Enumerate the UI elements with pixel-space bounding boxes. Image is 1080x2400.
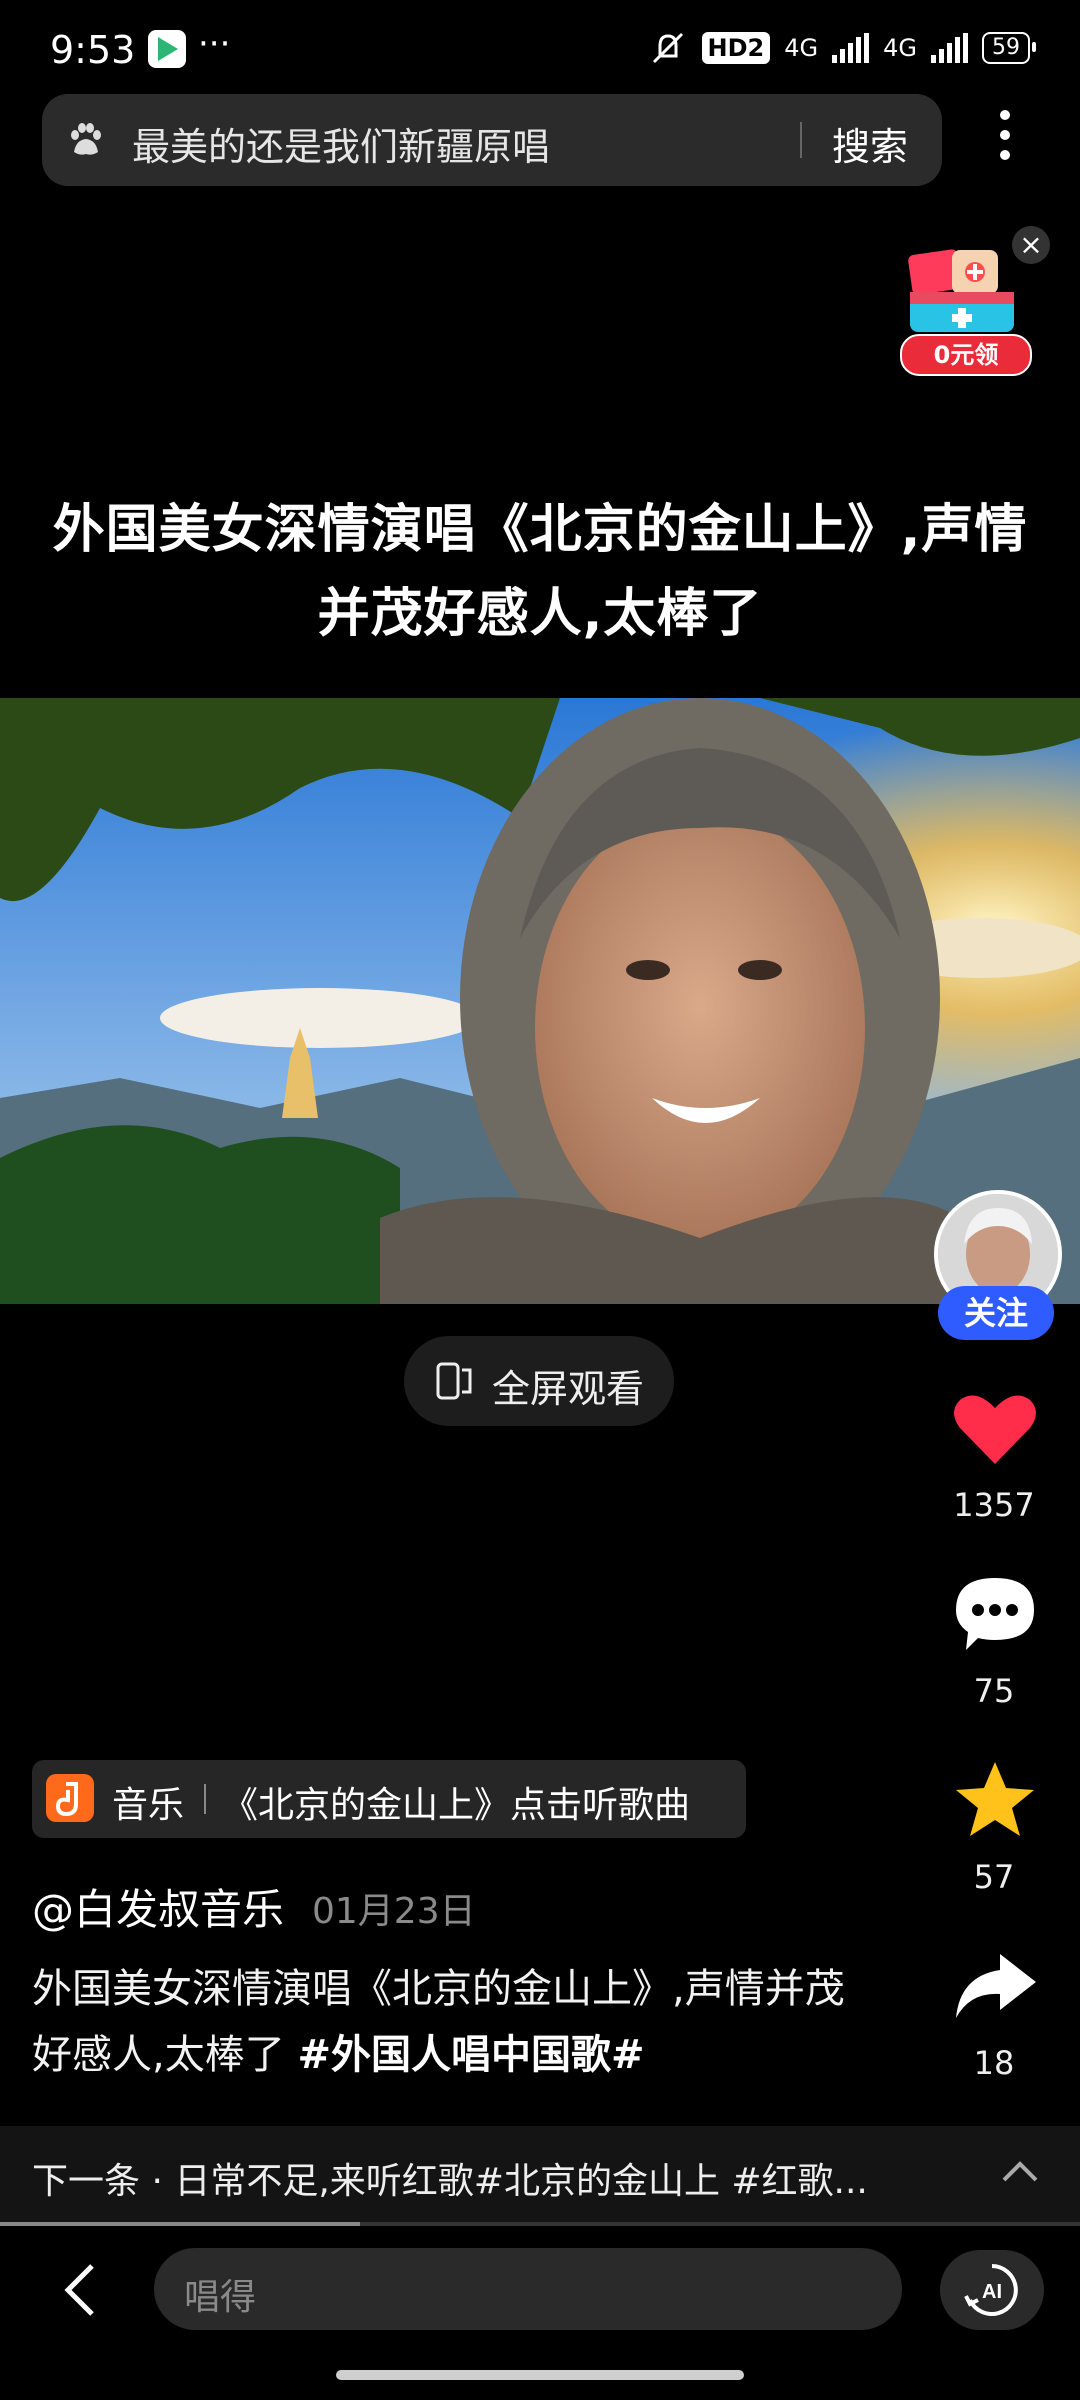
hd-badge: HD2 — [701, 32, 771, 64]
music-icon — [46, 1774, 94, 1822]
video-progress-bar[interactable] — [0, 2222, 1080, 2226]
network-label-1: 4G — [784, 34, 819, 62]
author-name[interactable]: @白发叔音乐 — [32, 1876, 284, 1937]
hashtag-link[interactable]: #外国人唱中国歌# — [297, 2032, 644, 2078]
back-icon[interactable] — [60, 2260, 100, 2320]
signal-icon-2 — [931, 33, 968, 63]
post-date: 01月23日 — [312, 1891, 476, 1932]
next-video-bar[interactable]: 下一条 · 日常不足,来听红歌#北京的金山上 #红歌... — [0, 2126, 1080, 2222]
next-video-text[interactable]: 下一条 · 日常不足,来听红歌#北京的金山上 #红歌... — [32, 2152, 952, 2204]
favorite-count: 57 — [973, 1858, 1015, 1896]
video-progress-fill — [0, 2222, 360, 2226]
search-divider — [800, 122, 802, 158]
follow-button[interactable]: 关注 — [938, 1286, 1054, 1340]
heart-icon[interactable] — [950, 1384, 1040, 1474]
promo-label[interactable]: 0元领 — [900, 334, 1032, 376]
chevron-up-icon[interactable] — [1000, 2156, 1040, 2186]
comment-count: 75 — [973, 1672, 1015, 1710]
video-headline: 外国美女深情演唱《北京的金山上》,声情并茂好感人,太棒了 — [52, 500, 1028, 644]
kebab-menu-icon[interactable] — [990, 104, 1020, 174]
fullscreen-button[interactable]: 全屏观看 — [404, 1336, 674, 1426]
star-icon[interactable] — [950, 1756, 1040, 1846]
music-chip[interactable]: 音乐 《北京的金山上》点击听歌曲 — [32, 1760, 746, 1838]
search-bar[interactable]: 最美的还是我们新疆原唱 搜索 — [42, 94, 942, 186]
like-count: 1357 — [953, 1486, 1035, 1524]
search-button[interactable]: 搜索 — [832, 116, 908, 171]
music-song-link[interactable]: 《北京的金山上》点击听歌曲 — [222, 1776, 690, 1828]
video-player[interactable] — [0, 698, 1080, 1304]
ai-button[interactable]: AI — [940, 2250, 1044, 2330]
comment-placeholder: 唱得 — [184, 2277, 257, 2318]
home-indicator — [336, 2370, 744, 2380]
network-label-2: 4G — [883, 34, 917, 62]
music-tag: 音乐 — [112, 1785, 185, 1826]
svg-text:AI: AI — [982, 2281, 1002, 2303]
paw-icon — [71, 123, 101, 155]
mute-icon — [652, 32, 683, 64]
ai-icon: AI — [964, 2264, 1018, 2316]
video-description: 外国美女深情演唱《北京的金山上》,声情并茂好感人,太棒了 #外国人唱中国歌# — [32, 1956, 872, 2088]
system-icons: HD2 4G 4G 59 — [648, 28, 1036, 68]
close-icon[interactable]: × — [1012, 226, 1050, 264]
status-more-indicator: ··· — [198, 24, 231, 64]
status-time: 9:53 — [50, 28, 136, 72]
share-count: 18 — [973, 2044, 1015, 2082]
comment-input[interactable]: 唱得 — [154, 2248, 902, 2330]
signal-icon-1 — [832, 33, 870, 63]
comment-icon[interactable] — [950, 1570, 1040, 1660]
battery-indicator: 59 — [982, 32, 1036, 64]
music-separator — [204, 1784, 206, 1814]
play-store-icon — [148, 30, 186, 68]
share-icon[interactable] — [950, 1942, 1040, 2032]
search-input[interactable]: 最美的还是我们新疆原唱 — [132, 116, 550, 171]
fullscreen-icon — [436, 1362, 472, 1400]
fullscreen-label: 全屏观看 — [492, 1367, 645, 1411]
